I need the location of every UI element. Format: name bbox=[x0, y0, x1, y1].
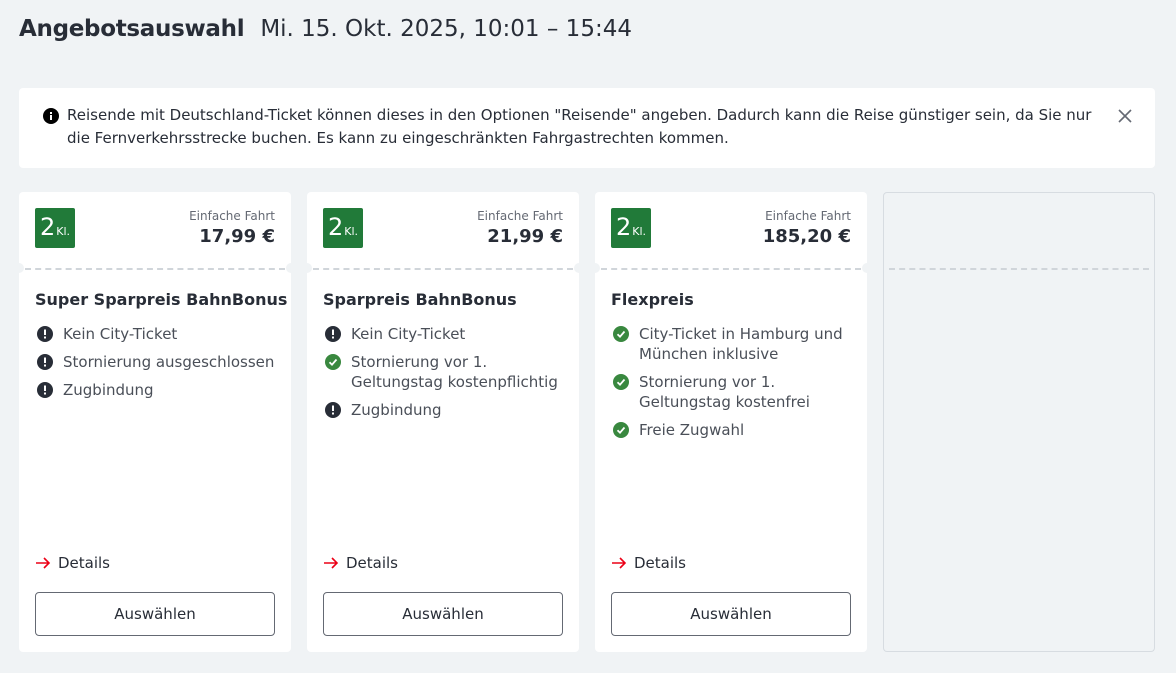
check-icon bbox=[613, 374, 629, 390]
feature-item: Kein City-Ticket bbox=[323, 324, 571, 344]
fare-type: Einfache Fahrt bbox=[477, 209, 563, 223]
feature-text: Stornierung vor 1. Geltungstag kostenpfl… bbox=[351, 353, 558, 391]
arrow-right-icon bbox=[324, 557, 339, 569]
class-suffix: Kl. bbox=[344, 225, 359, 238]
details-link[interactable]: Details bbox=[323, 554, 398, 572]
feature-item: Stornierung vor 1. Geltungstag kostenfre… bbox=[611, 372, 859, 412]
feature-list: Kein City-Ticket Stornierung ausgeschlos… bbox=[35, 324, 283, 408]
offer-card-placeholder bbox=[883, 192, 1155, 652]
feature-item: Stornierung vor 1. Geltungstag kostenpfl… bbox=[323, 352, 571, 392]
check-icon bbox=[325, 354, 341, 370]
offer-card-super-sparpreis: 2 Kl. Einfache Fahrt 17,99 € Super Sparp… bbox=[14, 192, 296, 652]
feature-item: Stornierung ausgeschlossen bbox=[35, 352, 283, 372]
feature-item: Zugbindung bbox=[323, 400, 571, 420]
offer-price: 21,99 € bbox=[487, 226, 563, 247]
arrow-right-icon bbox=[36, 557, 51, 569]
class-badge: 2 Kl. bbox=[611, 208, 651, 248]
class-number: 2 bbox=[615, 213, 632, 241]
ticket-notch bbox=[302, 263, 312, 273]
class-badge: 2 Kl. bbox=[323, 208, 363, 248]
class-suffix: Kl. bbox=[56, 225, 71, 238]
feature-item: Freie Zugwahl bbox=[611, 420, 859, 440]
feature-text: City-Ticket in Hamburg und München inklu… bbox=[639, 325, 843, 363]
feature-text: Stornierung ausgeschlossen bbox=[63, 353, 275, 371]
feature-list: Kein City-Ticket Stornierung vor 1. Gelt… bbox=[323, 324, 571, 428]
ticket-notch bbox=[286, 263, 296, 273]
deutschland-ticket-notice: Reisende mit Deutschland-Ticket können d… bbox=[19, 88, 1155, 168]
class-number: 2 bbox=[39, 213, 56, 241]
feature-text: Kein City-Ticket bbox=[63, 325, 178, 343]
offer-selection-page: Angebotsauswahl Mi. 15. Okt. 2025, 10:01… bbox=[0, 0, 1176, 673]
select-offer-button[interactable]: Auswählen bbox=[323, 592, 563, 636]
ticket-divider bbox=[313, 268, 573, 270]
ticket-divider bbox=[889, 268, 1149, 270]
ticket-notch bbox=[862, 263, 872, 273]
travel-date-range: Mi. 15. Okt. 2025, 10:01 – 15:44 bbox=[260, 16, 632, 42]
offer-price: 17,99 € bbox=[199, 226, 275, 247]
check-icon bbox=[613, 326, 629, 342]
details-label: Details bbox=[58, 554, 111, 572]
offer-name: Super Sparpreis BahnBonus bbox=[35, 290, 288, 309]
offer-card-flexpreis: 2 Kl. Einfache Fahrt 185,20 € Flexpreis … bbox=[590, 192, 872, 652]
offer-card-header: 2 Kl. Einfache Fahrt 185,20 € bbox=[595, 192, 867, 268]
ticket-notch bbox=[590, 263, 600, 273]
details-link[interactable]: Details bbox=[611, 554, 686, 572]
details-link[interactable]: Details bbox=[35, 554, 110, 572]
page-header: Angebotsauswahl Mi. 15. Okt. 2025, 10:01… bbox=[19, 16, 632, 42]
feature-text: Kein City-Ticket bbox=[351, 325, 466, 343]
select-offer-button[interactable]: Auswählen bbox=[35, 592, 275, 636]
fare-type: Einfache Fahrt bbox=[765, 209, 851, 223]
feature-list: City-Ticket in Hamburg und München inklu… bbox=[611, 324, 859, 448]
class-number: 2 bbox=[327, 213, 344, 241]
notice-text: Reisende mit Deutschland-Ticket können d… bbox=[67, 106, 1092, 147]
details-label: Details bbox=[634, 554, 687, 572]
check-icon bbox=[613, 422, 629, 438]
class-suffix: Kl. bbox=[632, 225, 647, 238]
alert-icon bbox=[37, 382, 53, 398]
placeholder-card-header bbox=[883, 192, 1155, 268]
offer-name: Sparpreis BahnBonus bbox=[323, 290, 517, 309]
feature-text: Freie Zugwahl bbox=[639, 421, 745, 439]
info-icon bbox=[43, 108, 59, 124]
arrow-right-icon bbox=[612, 557, 627, 569]
alert-icon bbox=[37, 326, 53, 342]
feature-text: Zugbindung bbox=[63, 381, 154, 399]
offer-price: 185,20 € bbox=[762, 226, 851, 247]
offer-card-sparpreis: 2 Kl. Einfache Fahrt 21,99 € Sparpreis B… bbox=[302, 192, 584, 652]
ticket-divider bbox=[25, 268, 285, 270]
class-badge: 2 Kl. bbox=[35, 208, 75, 248]
offer-card-header: 2 Kl. Einfache Fahrt 17,99 € bbox=[19, 192, 291, 268]
offer-card-header: 2 Kl. Einfache Fahrt 21,99 € bbox=[307, 192, 579, 268]
select-offer-button[interactable]: Auswählen bbox=[611, 592, 851, 636]
alert-icon bbox=[325, 402, 341, 418]
fare-type: Einfache Fahrt bbox=[189, 209, 275, 223]
page-title: Angebotsauswahl bbox=[19, 16, 245, 42]
feature-item: City-Ticket in Hamburg und München inklu… bbox=[611, 324, 859, 364]
feature-text: Zugbindung bbox=[351, 401, 442, 419]
details-label: Details bbox=[346, 554, 399, 572]
alert-icon bbox=[325, 326, 341, 342]
ticket-notch bbox=[574, 263, 584, 273]
ticket-notch bbox=[14, 263, 24, 273]
feature-text: Stornierung vor 1. Geltungstag kostenfre… bbox=[639, 373, 810, 411]
close-icon[interactable] bbox=[1117, 108, 1133, 124]
feature-item: Kein City-Ticket bbox=[35, 324, 283, 344]
feature-item: Zugbindung bbox=[35, 380, 283, 400]
alert-icon bbox=[37, 354, 53, 370]
placeholder-card-body bbox=[883, 268, 1155, 652]
offer-name: Flexpreis bbox=[611, 290, 694, 309]
ticket-divider bbox=[601, 268, 861, 270]
